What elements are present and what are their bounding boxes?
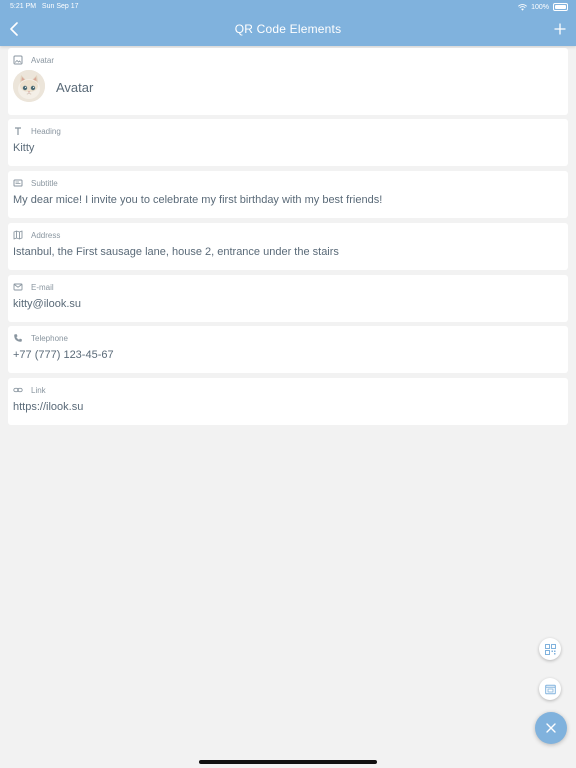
home-indicator [199,760,377,764]
element-card-telephone[interactable]: Telephone +77 (777) 123-45-67 [8,326,568,373]
element-card-heading[interactable]: Heading Kitty [8,119,568,166]
element-card-email[interactable]: E-mail kitty@ilook.su [8,275,568,322]
status-time: 5:21 PM Sun Sep 17 [10,3,79,10]
image-icon [13,55,23,65]
close-icon [546,723,556,733]
link-value: https://ilook.su [13,401,84,413]
element-label-text: Link [31,385,46,395]
element-label-text: Subtitle [31,178,58,188]
subtitle-value: My dear mice! I invite you to celebrate … [13,194,383,206]
cat-avatar-image [13,70,45,102]
element-card-avatar[interactable]: Avatar Avatar [8,48,568,115]
avatar[interactable] [13,70,45,102]
subtitle-icon [13,179,23,187]
element-label: Avatar [13,55,54,65]
element-label: Address [13,230,60,240]
add-element-button[interactable] [552,20,568,38]
mail-icon [13,283,23,291]
status-time-text: 5:21 PM [10,3,37,10]
text-icon [15,127,21,135]
navigation-bar: 5:21 PM Sun Sep 17 100% QR Code Elements [0,0,576,46]
link-icon [13,387,23,393]
avatar-name: Avatar [56,80,94,95]
telephone-value: +77 (777) 123-45-67 [13,349,114,361]
element-label-text: E-mail [31,282,54,292]
map-icon [13,230,23,240]
battery-icon [553,3,568,11]
email-value: kitty@ilook.su [13,298,82,310]
element-label-text: Heading [31,126,61,136]
element-label-text: Avatar [31,55,54,65]
element-card-address[interactable]: Address Istanbul, the First sausage lane… [8,223,568,270]
element-card-link[interactable]: Link https://ilook.su [8,378,568,425]
element-card-subtitle[interactable]: Subtitle My dear mice! I invite you to c… [8,171,568,218]
status-date-text: Sun Sep 17 [41,3,79,10]
element-label-text: Telephone [31,333,68,343]
address-value: Istanbul, the First sausage lane, house … [13,246,339,258]
close-menu-button[interactable] [535,712,567,744]
preview-icon [544,684,556,694]
element-label: Subtitle [13,178,58,188]
element-label-text: Address [31,230,61,240]
qr-code-icon [544,643,556,655]
element-label: Link [13,385,46,395]
phone-icon [14,334,22,342]
preview-button[interactable] [539,678,561,700]
element-label: E-mail [13,282,54,292]
plus-icon [554,23,566,35]
qr-code-button[interactable] [539,638,561,660]
heading-value: Kitty [13,142,35,154]
element-label: Heading [13,126,61,136]
wifi-icon [518,3,528,11]
battery-percent: 100% [531,3,549,11]
element-label: Telephone [13,333,68,343]
page-title: QR Code Elements [234,22,342,36]
status-indicators: 100% [518,3,568,11]
